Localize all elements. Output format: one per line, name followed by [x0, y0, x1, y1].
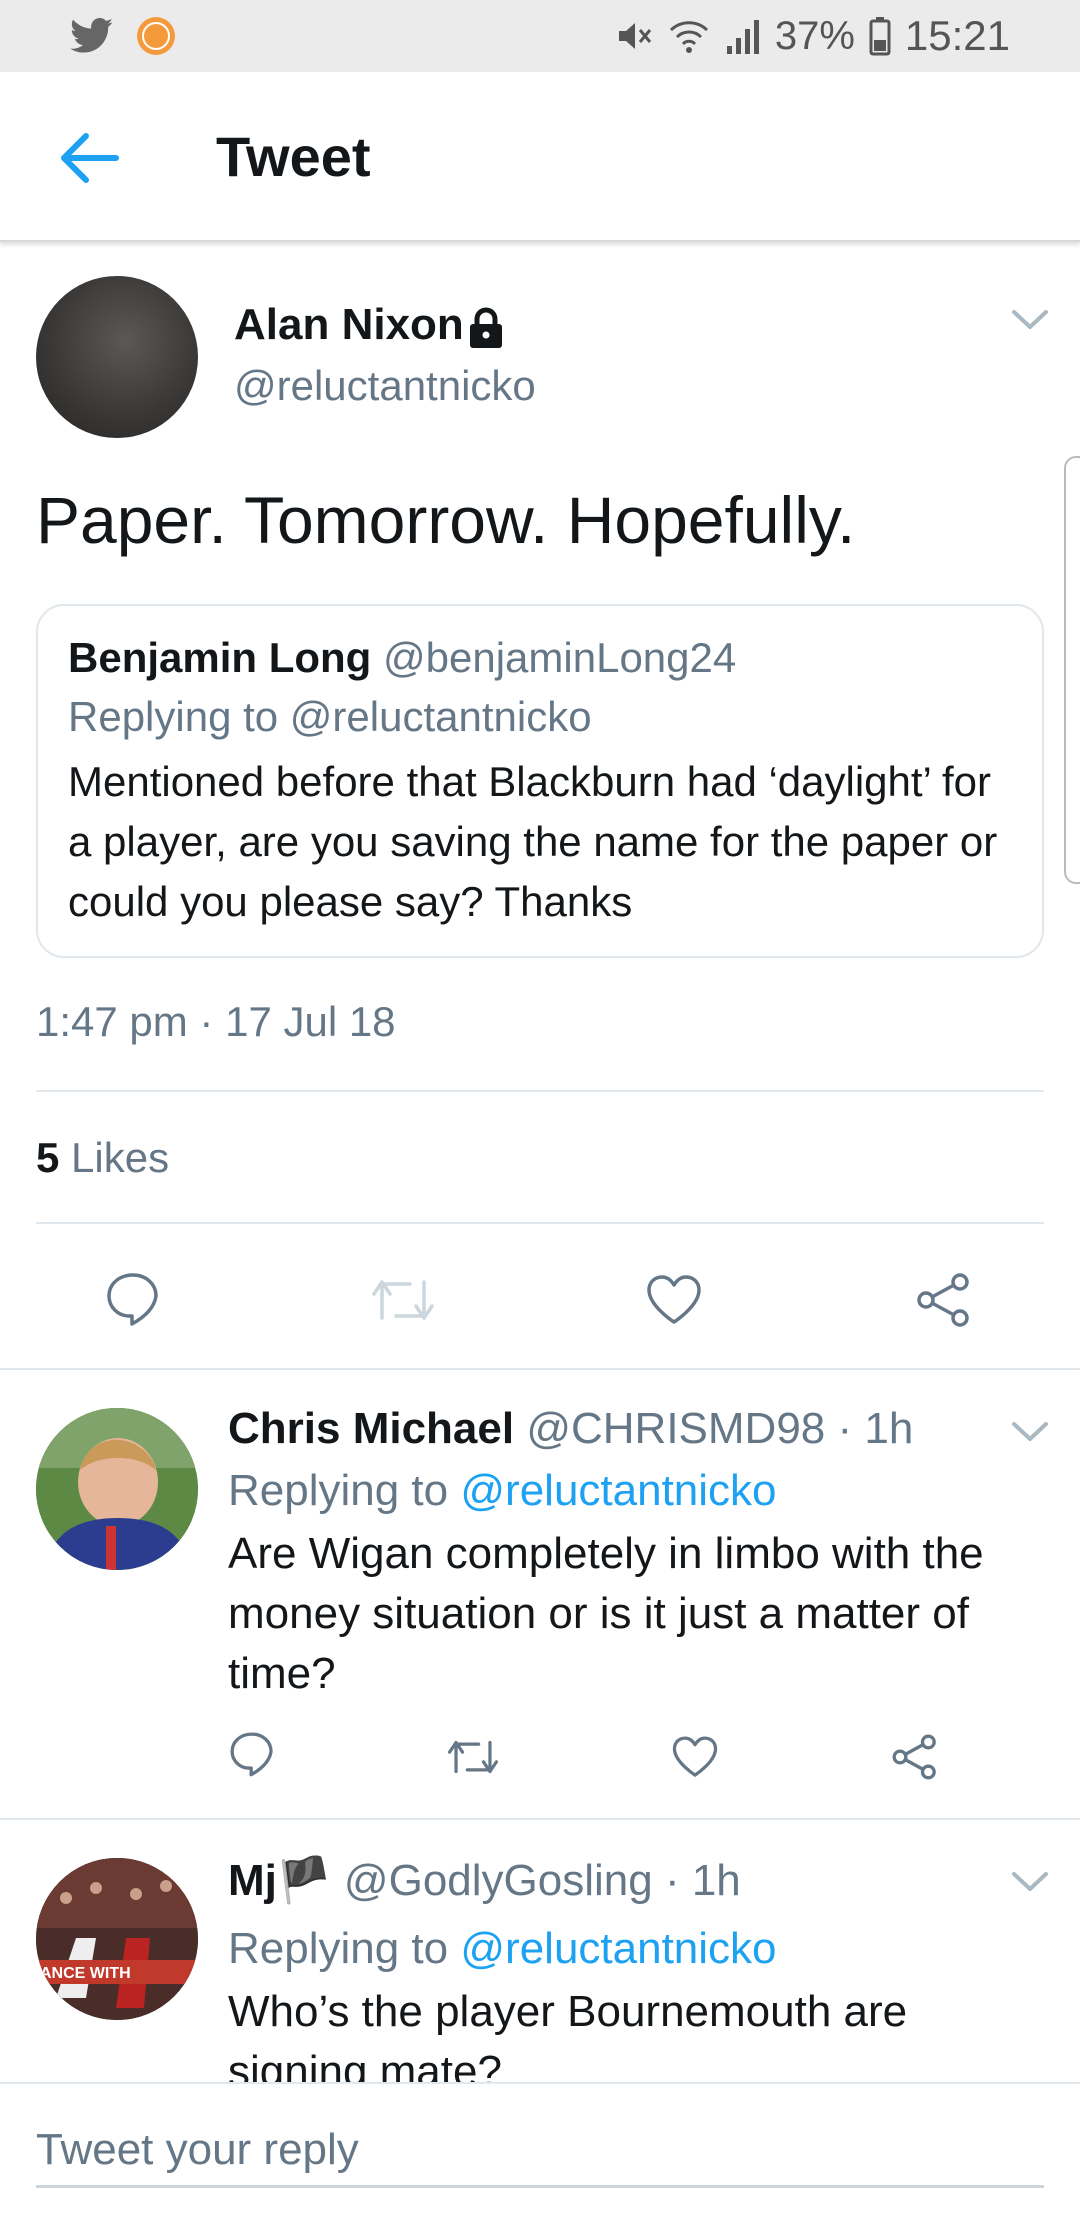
divider — [0, 1368, 1080, 1370]
twitter-bird-icon — [70, 18, 113, 53]
replying-mention-link[interactable]: @reluctantnicko — [460, 1924, 776, 1973]
quote-author-handle: @benjaminLong24 — [383, 634, 737, 681]
replying-prefix: Replying to — [228, 1924, 449, 1973]
status-bar: 37% 15:21 — [0, 0, 1080, 72]
battery-icon — [869, 17, 891, 56]
reply-header: Mj🏴 @GodlyGosling · 1h — [228, 1854, 741, 1906]
tweet-timestamp: 1:47 pm · 17 Jul 18 — [36, 998, 396, 1045]
battery-saver-icon — [137, 17, 175, 55]
page-title: Tweet — [216, 125, 371, 188]
reply-avatar-photo: ANCE WITH — [36, 1858, 198, 2020]
chevron-down-icon[interactable] — [1010, 308, 1050, 332]
heart-icon[interactable] — [644, 1272, 704, 1328]
reply-author-name[interactable]: Mj — [228, 1856, 277, 1905]
reply-avatar[interactable] — [36, 1408, 198, 1570]
share-icon[interactable] — [890, 1732, 940, 1782]
reply-avatar[interactable]: ANCE WITH — [36, 1858, 198, 2020]
quote-text: Mentioned before that Blackburn had ‘day… — [68, 758, 998, 925]
replying-prefix: Replying to — [228, 1466, 449, 1515]
likes-count[interactable]: 5 Likes — [36, 1134, 169, 1182]
quoted-tweet-card[interactable]: Benjamin Long @benjaminLong24 Replying t… — [36, 604, 1044, 958]
battery-percent: 37% — [774, 13, 855, 58]
clock: 15:21 — [904, 12, 1010, 59]
mute-icon — [618, 23, 651, 49]
reply-text: Are Wigan completely in limbo with the m… — [228, 1529, 984, 1698]
replying-mention-link[interactable]: @reluctantnicko — [460, 1466, 776, 1515]
likes-label: Likes — [71, 1134, 170, 1181]
wifi-icon — [669, 21, 708, 53]
tweet-reply-input[interactable] — [36, 2114, 1044, 2188]
back-arrow-icon[interactable] — [58, 130, 120, 186]
reply-meta: @CHRISMD98 · 1h — [526, 1404, 914, 1453]
lock-icon — [470, 307, 502, 348]
app-header: Tweet — [0, 72, 1080, 242]
likes-number: 5 — [36, 1134, 60, 1181]
chevron-down-icon[interactable] — [1010, 1420, 1050, 1444]
reply-icon[interactable] — [104, 1270, 162, 1328]
signal-icon — [726, 20, 759, 54]
tweet-action-bar — [0, 1232, 1080, 1358]
status-left — [70, 14, 178, 58]
divider — [36, 1222, 1044, 1224]
england-flag-icon: 🏴 — [276, 1856, 332, 1905]
compose-bar — [0, 2082, 1080, 2220]
reply-icon[interactable] — [228, 1730, 276, 1778]
reply-meta: @GodlyGosling · 1h — [343, 1856, 741, 1905]
scrollbar-handle[interactable] — [1064, 456, 1080, 884]
retweet-icon[interactable] — [368, 1274, 438, 1326]
reply-replying-to: Replying to @reluctantnicko — [228, 1466, 777, 1516]
quote-author-name: Benjamin Long — [68, 634, 372, 681]
divider — [36, 1090, 1044, 1092]
status-right: 37% 15:21 — [613, 12, 1010, 60]
reply-replying-to: Replying to @reluctantnicko — [228, 1924, 777, 1974]
reply-header: Chris Michael @CHRISMD98 · 1h — [228, 1404, 913, 1454]
tweet-text: Paper. Tomorrow. Hopefully. — [36, 483, 856, 557]
quote-header: Benjamin Long @benjaminLong24 — [68, 630, 1012, 686]
heart-icon[interactable] — [670, 1734, 720, 1780]
avatar-banner-text: ANCE WITH — [40, 1965, 131, 1982]
author-avatar[interactable] — [36, 276, 198, 438]
retweet-icon[interactable] — [444, 1736, 502, 1778]
author-name[interactable]: Alan Nixon — [234, 300, 464, 350]
quote-replying-to: Replying to @reluctantnicko — [68, 693, 592, 740]
reply-author-name[interactable]: Chris Michael — [228, 1404, 514, 1453]
divider — [0, 1818, 1080, 1820]
author-handle[interactable]: @reluctantnicko — [234, 362, 536, 410]
chevron-down-icon[interactable] — [1010, 1870, 1050, 1894]
reply-avatar-photo — [36, 1408, 198, 1570]
share-icon[interactable] — [914, 1270, 974, 1330]
